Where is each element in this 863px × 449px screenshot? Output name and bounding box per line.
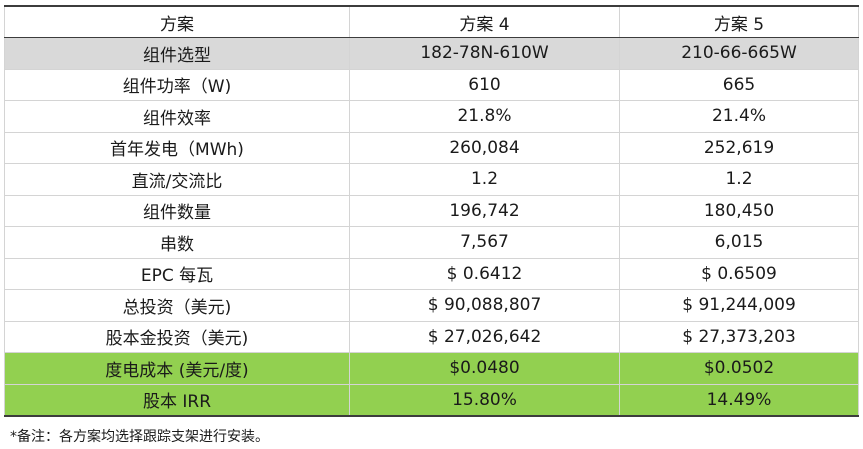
cell-value: $ 0.6509 — [619, 257, 859, 290]
table-row: 首年发电（MWh) 260,084 252,619 — [4, 131, 859, 164]
table-row: 直流/交流比 1.2 1.2 — [4, 163, 859, 196]
row-label: 组件数量 — [4, 194, 350, 227]
table-row: 总投资（美元) $ 90,088,807 $ 91,244,009 — [4, 289, 859, 322]
cell-value: 21.4% — [619, 100, 859, 133]
cell-value: 1.2 — [619, 163, 859, 196]
row-label: 组件效率 — [4, 100, 350, 133]
comparison-table: 方案 方案 4 方案 5 组件选型 182-78N-610W 210-66-66… — [4, 5, 859, 417]
cell-value: 665 — [619, 68, 859, 101]
cell-value: 1.2 — [349, 163, 620, 196]
cell-value: 6,015 — [619, 226, 859, 259]
table-row: 组件选型 182-78N-610W 210-66-665W — [4, 37, 859, 70]
footnote: *备注：各方案均选择跟踪支架进行安装。 — [10, 429, 269, 445]
cell-value: $ 27,373,203 — [619, 320, 859, 353]
row-label: 首年发电（MWh) — [4, 131, 350, 164]
table-row: 串数 7,567 6,015 — [4, 226, 859, 259]
table-row: EPC 每瓦 $ 0.6412 $ 0.6509 — [4, 257, 859, 290]
cell-value: 260,084 — [349, 131, 620, 164]
table-header-row: 方案 方案 4 方案 5 — [4, 5, 859, 38]
cell-value: $0.0480 — [349, 352, 620, 385]
table-row-highlight: 股本 IRR 15.80% 14.49% — [4, 383, 859, 417]
table-row: 组件功率（W) 610 665 — [4, 68, 859, 101]
row-label: 组件选型 — [4, 37, 350, 70]
cell-value: 196,742 — [349, 194, 620, 227]
cell-value: $ 90,088,807 — [349, 289, 620, 322]
cell-value: 182-78N-610W — [349, 37, 620, 70]
row-label: 度电成本 (美元/度) — [4, 352, 350, 385]
cell-value: $ 0.6412 — [349, 257, 620, 290]
cell-value: 180,450 — [619, 194, 859, 227]
row-label: 组件功率（W) — [4, 68, 350, 101]
table-row: 组件数量 196,742 180,450 — [4, 194, 859, 227]
cell-value: 21.8% — [349, 100, 620, 133]
header-cell: 方案 5 — [619, 5, 859, 38]
cell-value: 252,619 — [619, 131, 859, 164]
cell-value: 210-66-665W — [619, 37, 859, 70]
row-label: 股本金投资（美元) — [4, 320, 350, 353]
cell-value: $0.0502 — [619, 352, 859, 385]
table-row: 组件效率 21.8% 21.4% — [4, 100, 859, 133]
cell-value: $ 27,026,642 — [349, 320, 620, 353]
row-label: 总投资（美元) — [4, 289, 350, 322]
row-label: 直流/交流比 — [4, 163, 350, 196]
cell-value: 15.80% — [349, 383, 620, 417]
row-label: EPC 每瓦 — [4, 257, 350, 290]
cell-value: 610 — [349, 68, 620, 101]
cell-value: 14.49% — [619, 383, 859, 417]
table-row-highlight: 度电成本 (美元/度) $0.0480 $0.0502 — [4, 352, 859, 385]
header-cell: 方案 4 — [349, 5, 620, 38]
table-row: 股本金投资（美元) $ 27,026,642 $ 27,373,203 — [4, 320, 859, 353]
header-cell: 方案 — [4, 5, 350, 38]
cell-value: $ 91,244,009 — [619, 289, 859, 322]
cell-value: 7,567 — [349, 226, 620, 259]
row-label: 串数 — [4, 226, 350, 259]
row-label: 股本 IRR — [4, 383, 350, 417]
